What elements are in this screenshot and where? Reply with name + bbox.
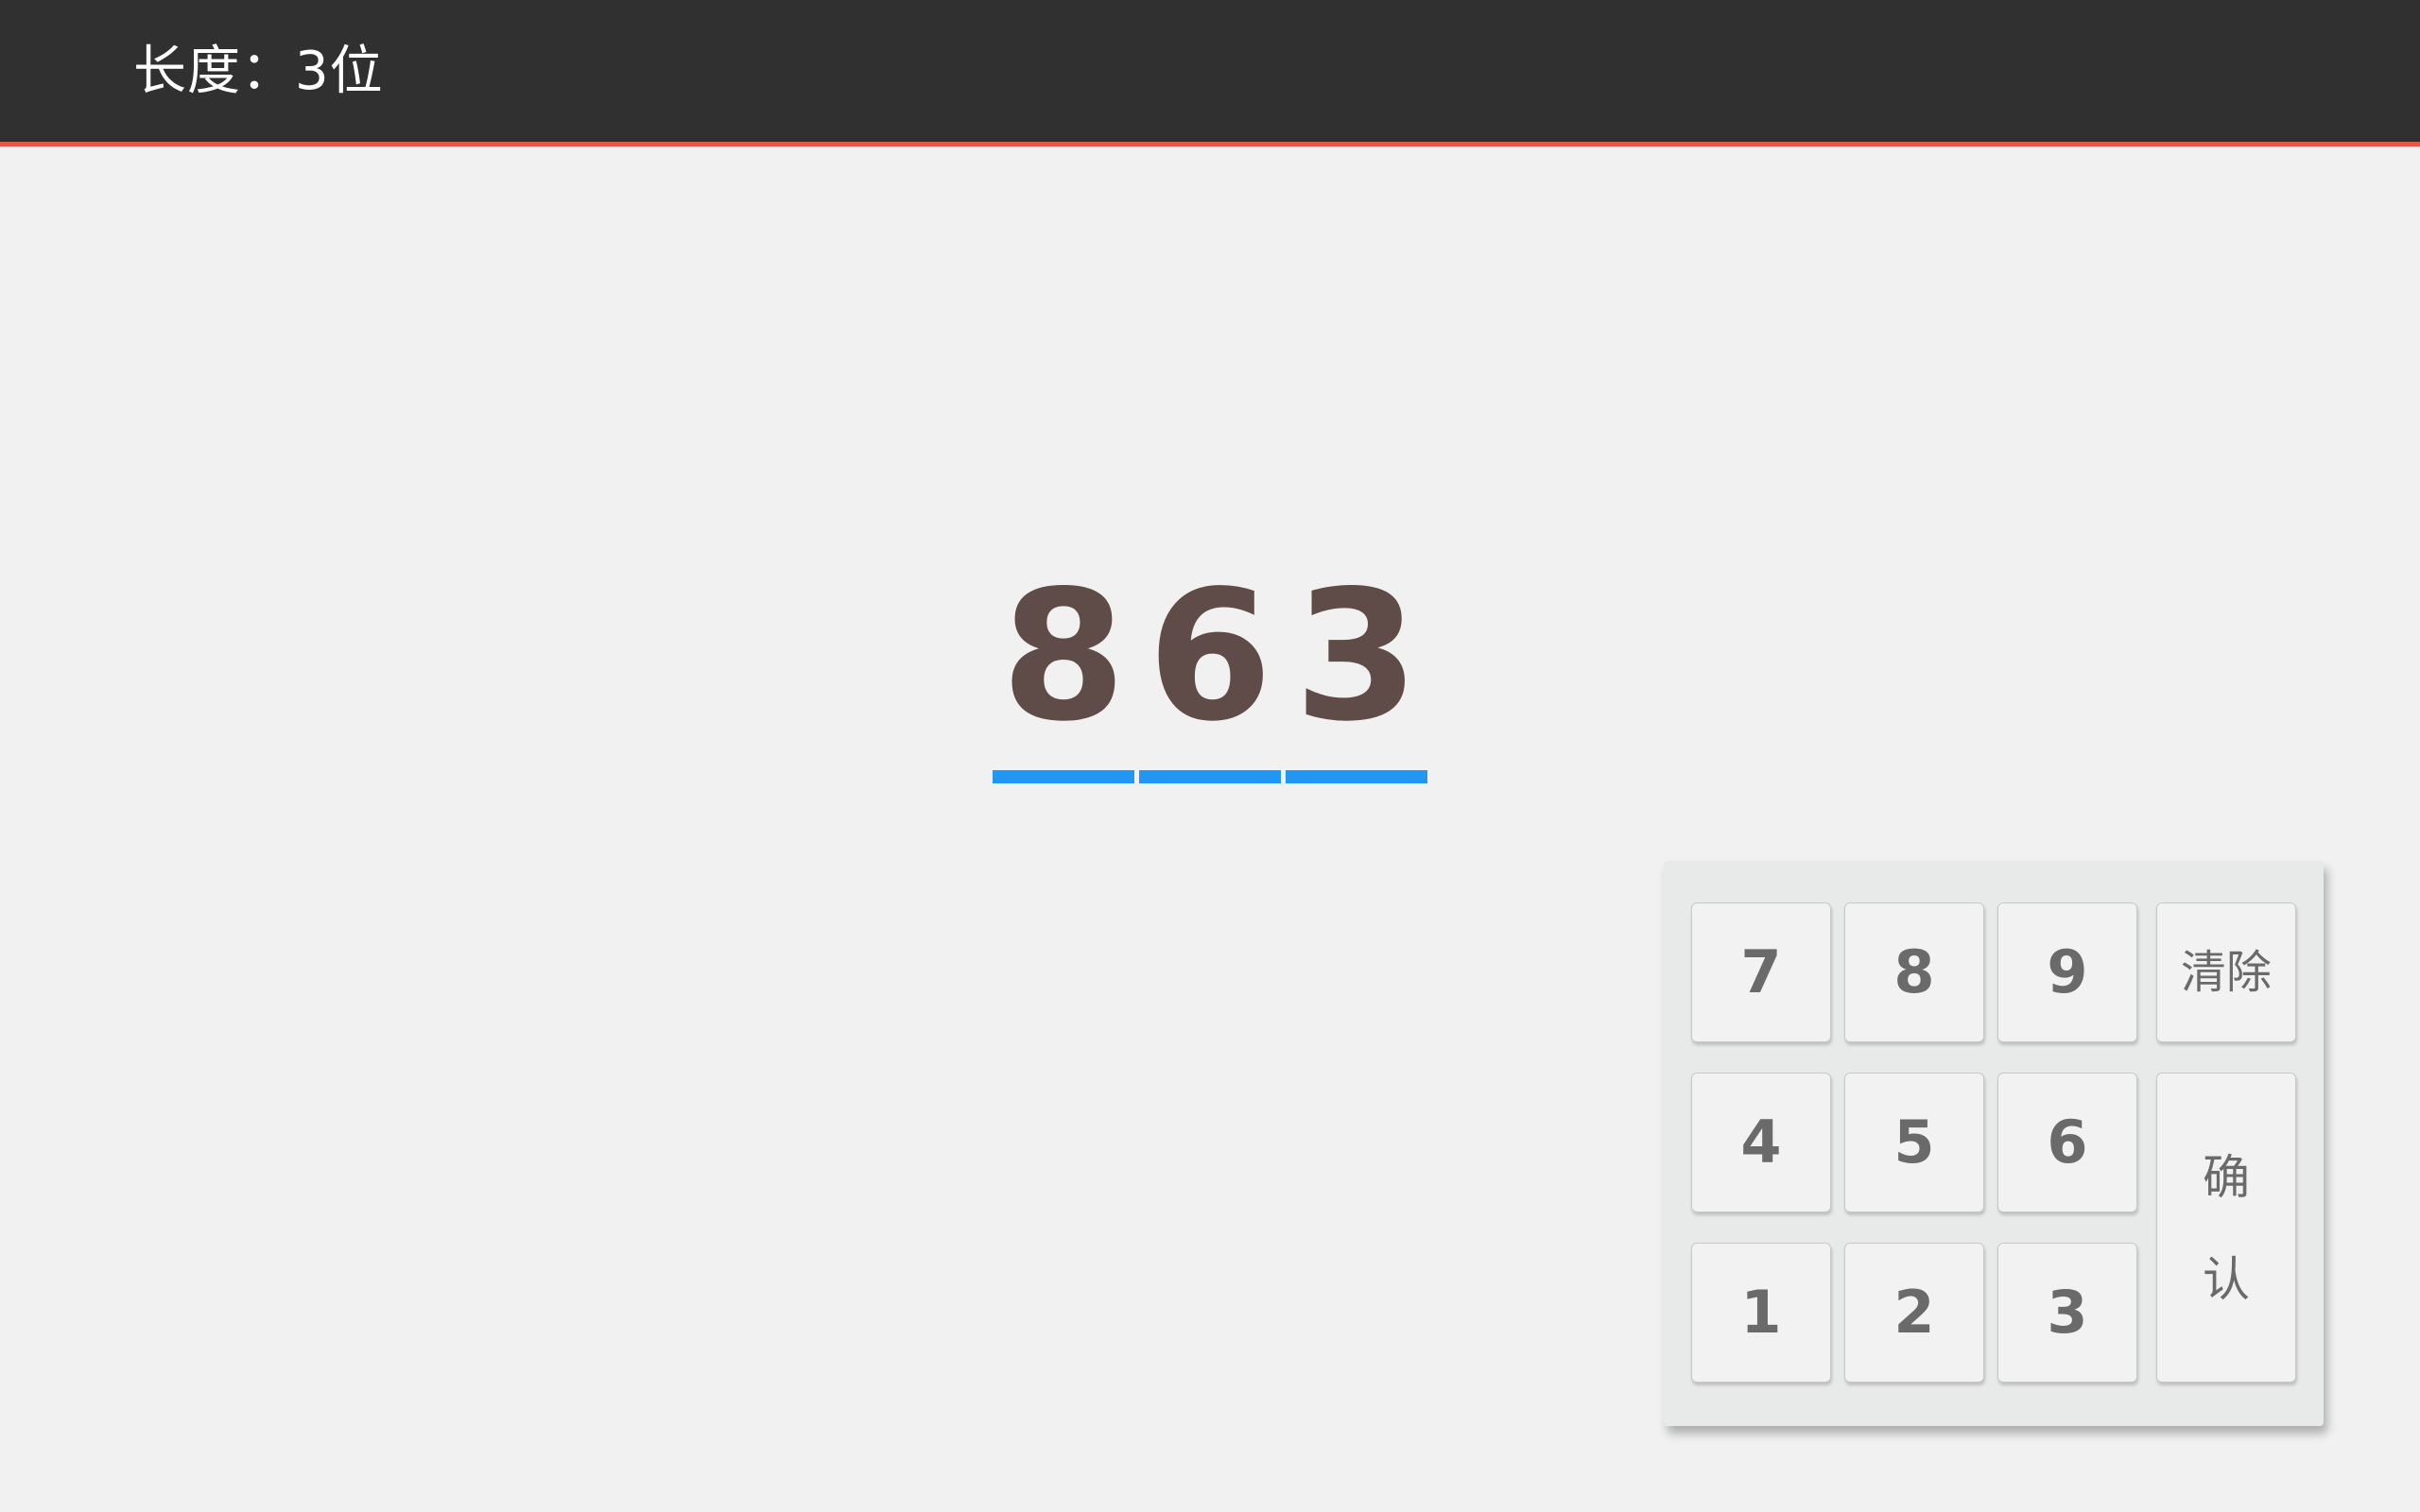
digit-underline-1 <box>993 770 1134 783</box>
key-4[interactable]: 4 <box>1691 1073 1831 1212</box>
digit-3: 3 <box>1293 552 1420 761</box>
digit-underline-3 <box>1286 770 1427 783</box>
digit-slot-3: 3 <box>1286 567 1427 784</box>
confirm-label-line1: 确 <box>2203 1150 2250 1205</box>
confirm-button[interactable]: 确 认 <box>2156 1073 2296 1383</box>
numeric-keypad: 7 8 9 清除 4 5 6 确 认 1 2 3 <box>1664 861 2324 1426</box>
digit-slot-1: 8 <box>993 567 1134 784</box>
key-8[interactable]: 8 <box>1844 902 1984 1042</box>
digit-2: 6 <box>1147 552 1273 761</box>
length-title: 长度：3位 <box>133 41 384 102</box>
key-9[interactable]: 9 <box>1997 902 2137 1042</box>
code-display: 8 6 3 <box>993 567 1427 794</box>
digit-underline-2 <box>1139 770 1281 783</box>
top-bar: 长度：3位 <box>0 0 2420 146</box>
confirm-label-line2: 认 <box>2203 1252 2250 1307</box>
digit-1: 8 <box>1000 552 1127 761</box>
digit-slot-2: 6 <box>1139 567 1281 784</box>
key-3[interactable]: 3 <box>1997 1243 2137 1383</box>
key-1[interactable]: 1 <box>1691 1243 1831 1383</box>
key-6[interactable]: 6 <box>1997 1073 2137 1212</box>
key-2[interactable]: 2 <box>1844 1243 1984 1383</box>
key-7[interactable]: 7 <box>1691 902 1831 1042</box>
key-5[interactable]: 5 <box>1844 1073 1984 1212</box>
clear-button[interactable]: 清除 <box>2156 902 2296 1042</box>
